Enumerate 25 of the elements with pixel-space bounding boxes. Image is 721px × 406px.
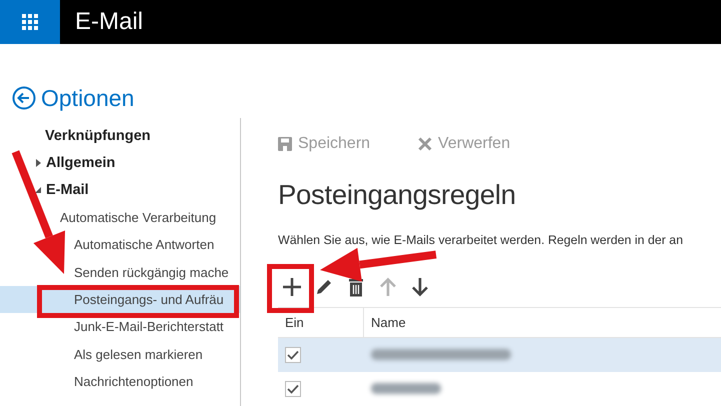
nav-item[interactable]: Nachrichtenoptionen <box>0 368 240 395</box>
back-link[interactable]: Optionen <box>12 84 134 112</box>
checkbox[interactable] <box>285 347 301 363</box>
close-icon <box>418 137 432 152</box>
move-down-button[interactable] <box>410 277 430 298</box>
blurred-name <box>370 382 440 394</box>
highlight-box <box>267 264 314 313</box>
page-title: Posteingangsregeln <box>278 178 517 211</box>
nav-item[interactable]: Automatische Antworten <box>0 231 240 258</box>
nav-item[interactable]: Junk-E-Mail-Berichterstatt <box>0 313 240 340</box>
check-icon <box>287 350 299 360</box>
nav-item[interactable]: Als gelesen markieren <box>0 340 240 368</box>
description-text: Wählen Sie aus, wie E-Mails verarbeitet werden. Regeln werden in der an <box>278 232 684 247</box>
nav-group[interactable]: E-Mail <box>0 176 240 204</box>
nav-group[interactable]: Allgemein <box>0 149 240 177</box>
add-rule-button[interactable] <box>282 277 302 298</box>
app-launcher-button[interactable] <box>0 0 60 44</box>
checkbox[interactable] <box>285 381 301 397</box>
nav-subgroup[interactable]: Automatische Verarbeitung <box>0 204 240 232</box>
nav-item[interactable]: Senden rückgängig mache <box>0 258 240 286</box>
nav-heading[interactable]: Verknüpfungen <box>0 122 240 150</box>
app-title: E-Mail <box>75 7 144 37</box>
grid-icon <box>22 14 38 30</box>
check-icon <box>287 384 299 394</box>
column-header[interactable]: Name <box>364 308 721 338</box>
